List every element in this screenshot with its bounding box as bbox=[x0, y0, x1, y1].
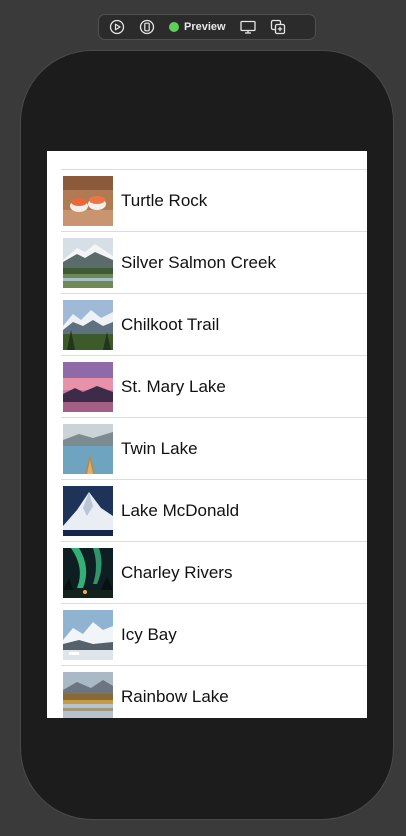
landmark-row[interactable]: Lake McDonald bbox=[47, 479, 367, 542]
preview-status[interactable]: Preview bbox=[169, 21, 226, 33]
landmark-name: Charley Rivers bbox=[121, 563, 233, 582]
monitor-settings-icon bbox=[239, 19, 257, 35]
landmark-row[interactable]: Icy Bay bbox=[47, 603, 367, 666]
landmark-thumbnail bbox=[63, 362, 113, 412]
landmark-thumbnail bbox=[63, 424, 113, 474]
landmark-name: Twin Lake bbox=[121, 439, 198, 458]
landmark-thumbnail bbox=[63, 672, 113, 718]
landmark-row[interactable]: Chilkoot Trail bbox=[47, 293, 367, 356]
landmark-row[interactable]: St. Mary Lake bbox=[47, 355, 367, 418]
landmark-thumbnail bbox=[63, 238, 113, 288]
row-separator bbox=[61, 231, 367, 232]
landmark-thumbnail bbox=[63, 610, 113, 660]
landmark-row[interactable]: Turtle Rock bbox=[47, 169, 367, 232]
row-separator bbox=[61, 541, 367, 542]
duplicate-preview-button[interactable] bbox=[266, 17, 290, 37]
row-separator bbox=[61, 417, 367, 418]
duplicate-icon bbox=[270, 19, 286, 35]
landmark-name: Silver Salmon Creek bbox=[121, 253, 276, 272]
play-circle-icon bbox=[109, 19, 125, 35]
landmark-thumbnail bbox=[63, 548, 113, 598]
landmark-name: Icy Bay bbox=[121, 625, 177, 644]
device-screen: Turtle Rock Silver Salmon Creek Chilkoot… bbox=[47, 151, 367, 718]
row-separator bbox=[61, 293, 367, 294]
canvas-preview: Preview Turtle Rock Silver Salmon Creek … bbox=[0, 0, 406, 836]
landmark-row[interactable]: Charley Rivers bbox=[47, 541, 367, 604]
landmark-name: Rainbow Lake bbox=[121, 687, 229, 706]
row-separator bbox=[61, 479, 367, 480]
landmark-row[interactable]: Twin Lake bbox=[47, 417, 367, 480]
landmark-thumbnail bbox=[63, 176, 113, 226]
landmark-thumbnail bbox=[63, 486, 113, 536]
landmark-name: Turtle Rock bbox=[121, 191, 208, 210]
device-icon bbox=[139, 19, 155, 35]
row-separator bbox=[61, 355, 367, 356]
landmark-row[interactable]: Silver Salmon Creek bbox=[47, 231, 367, 294]
landmark-list[interactable]: Turtle Rock Silver Salmon Creek Chilkoot… bbox=[47, 169, 367, 718]
landmark-name: St. Mary Lake bbox=[121, 377, 226, 396]
row-separator bbox=[61, 603, 367, 604]
preview-label: Preview bbox=[184, 21, 226, 33]
landmark-name: Chilkoot Trail bbox=[121, 315, 220, 334]
row-separator bbox=[61, 169, 367, 170]
preview-toolbar: Preview bbox=[98, 14, 316, 40]
landmark-row[interactable]: Rainbow Lake bbox=[47, 665, 367, 718]
status-dot bbox=[169, 22, 179, 32]
row-separator bbox=[61, 665, 367, 666]
landmark-thumbnail bbox=[63, 300, 113, 350]
landmark-name: Lake McDonald bbox=[121, 501, 240, 520]
on-device-button[interactable] bbox=[135, 17, 159, 37]
live-preview-button[interactable] bbox=[105, 17, 129, 37]
inspect-preview-button[interactable] bbox=[236, 17, 260, 37]
